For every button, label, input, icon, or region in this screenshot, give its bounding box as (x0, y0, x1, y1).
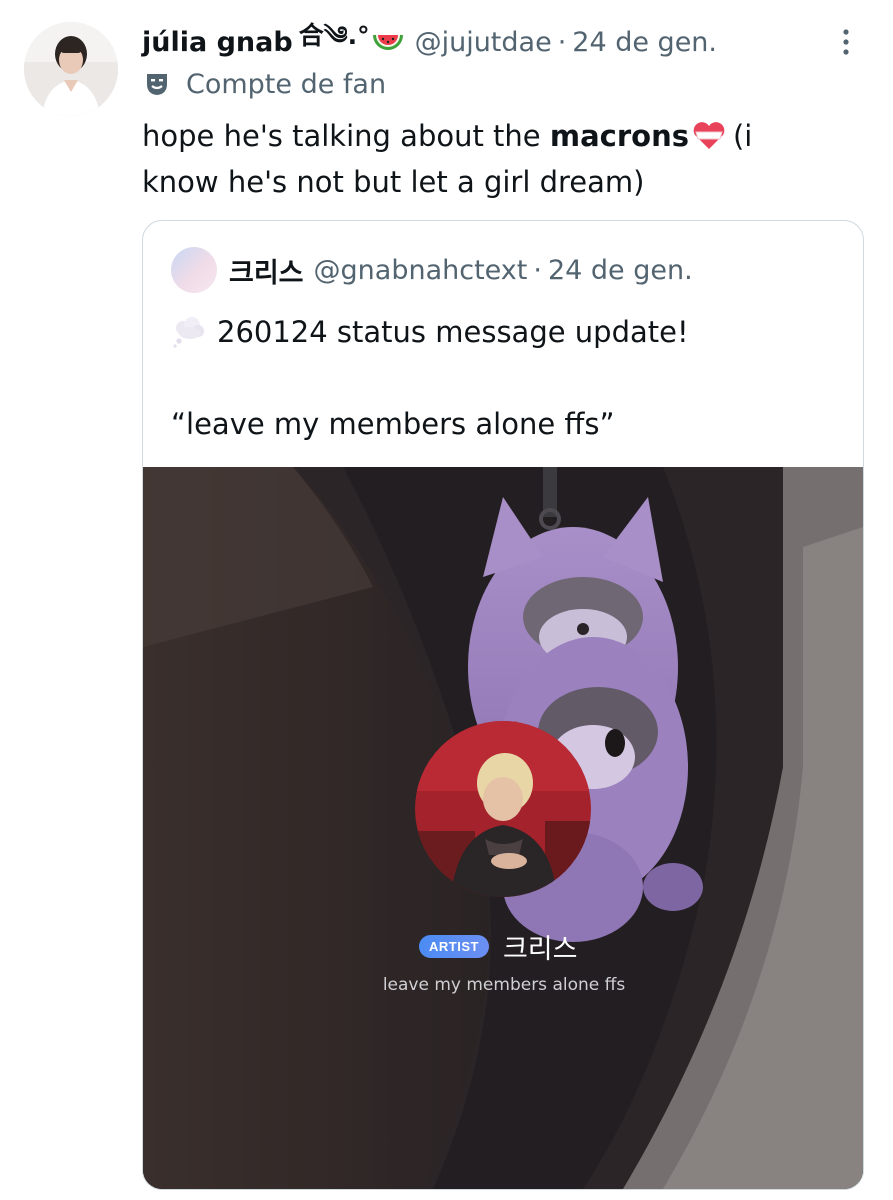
quoted-tweet-date[interactable]: 24 de gen. (548, 255, 693, 286)
artist-name: 크리스 (502, 933, 578, 965)
quoted-author-handle[interactable]: @gnabnahctext (314, 255, 528, 286)
account-label: Compte de fan (144, 66, 386, 102)
tweet-text-end: (i (732, 119, 753, 153)
quoted-line1: 260124 status message update! (217, 315, 689, 349)
watermelon-icon (372, 35, 403, 50)
thought-balloon-icon (173, 317, 204, 348)
tweet-header: júlia gnab 合༄.° @jujutdae · 24 de gen. (142, 21, 717, 62)
quoted-author-name[interactable]: 크리스 (229, 251, 304, 290)
quoted-author-avatar[interactable] (171, 247, 217, 293)
quoted-tweet-header: 크리스 @gnabnahctext · 24 de gen. (171, 247, 693, 293)
tweet-text-start: hope he's talking about the (142, 119, 550, 153)
theater-mask-icon (147, 74, 167, 95)
author-display-name[interactable]: júlia gnab (142, 27, 293, 58)
quoted-line2: “leave my members alone ffs” (171, 407, 615, 441)
quoted-media-image[interactable]: ARTIST 크리스 leave my members alone ffs (143, 467, 863, 1189)
author-handle[interactable]: @jujutdae (415, 27, 552, 58)
quoted-tweet-text: 260124 status message update! “leave my … (171, 309, 831, 447)
quoted-tweet-card[interactable]: 크리스 @gnabnahctext · 24 de gen. 260124 st… (142, 220, 864, 1190)
artist-row: ARTIST 크리스 (419, 929, 578, 965)
tweet-text-bold: macrons (549, 119, 689, 153)
artist-badge: ARTIST (419, 934, 489, 958)
tweet-text: hope he's talking about the macrons (i k… (142, 113, 842, 205)
more-options-icon[interactable] (834, 26, 858, 58)
tweet-text-line2: know he's not but let a girl dream) (142, 165, 645, 199)
bandaged-heart-icon (693, 122, 725, 149)
header-separator: · (557, 26, 567, 58)
artist-status-message: leave my members alone ffs (382, 975, 626, 995)
artist-profile-photo[interactable] (415, 721, 591, 897)
avatar-photo (24, 22, 118, 116)
author-avatar[interactable] (24, 22, 118, 116)
account-label-text: Compte de fan (186, 68, 387, 100)
quoted-header-separator: · (533, 254, 542, 286)
tweet-date[interactable]: 24 de gen. (572, 27, 717, 58)
artist-photo (415, 721, 591, 897)
